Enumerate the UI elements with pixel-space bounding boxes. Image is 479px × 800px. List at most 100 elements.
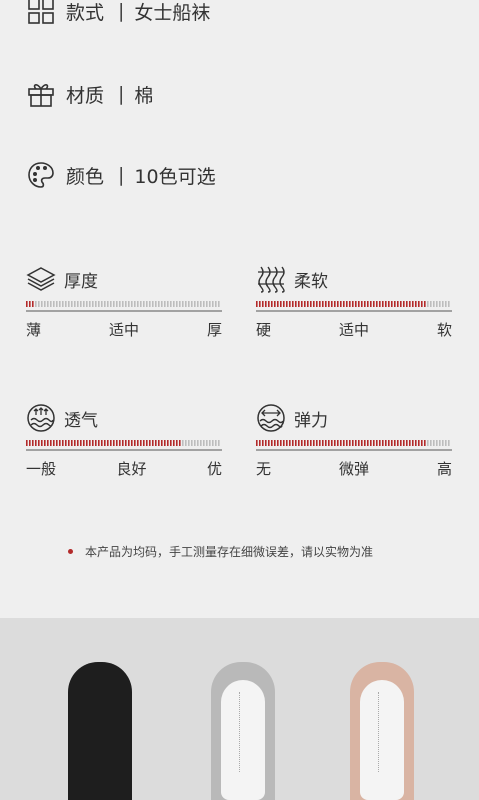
meter-tick: [361, 440, 363, 446]
meter-tick: [268, 440, 270, 446]
meter-tick: [116, 301, 118, 307]
meter-tick: [98, 440, 100, 446]
spec-separator: |: [118, 164, 125, 186]
meter-tick: [152, 301, 154, 307]
meter-tick: [83, 440, 85, 446]
note-text: 本产品为均码，手工测量存在细微误差，请以实物为准: [85, 545, 374, 559]
meter-tick: [194, 301, 196, 307]
meter-tick: [101, 440, 103, 446]
meter-tick: [188, 301, 190, 307]
meter-thickness: 厚度 薄 适中 厚: [26, 265, 222, 340]
meter-tick: [89, 440, 91, 446]
meter-tick: [298, 440, 300, 446]
meter-tick: [194, 440, 196, 446]
meter-tick: [170, 440, 172, 446]
meter-ticks: [26, 301, 222, 312]
meter-tick: [352, 301, 354, 307]
meter-tick: [331, 301, 333, 307]
meter-tick: [382, 440, 384, 446]
meter-tick: [394, 301, 396, 307]
scale-mid: 适中: [108, 321, 139, 339]
scale-low: 薄: [26, 321, 42, 339]
meter-tick: [44, 440, 46, 446]
meter-tick: [209, 440, 211, 446]
meter-tick: [179, 440, 181, 446]
meter-tick: [62, 301, 64, 307]
meter-tick: [206, 440, 208, 446]
meter-tick: [71, 440, 73, 446]
meter-tick: [56, 440, 58, 446]
meter-tick: [74, 301, 76, 307]
meter-tick: [38, 301, 40, 307]
meter-bar: [26, 440, 222, 454]
meter-tick: [376, 301, 378, 307]
meter-tick: [128, 440, 130, 446]
meter-tick: [418, 440, 420, 446]
meter-tick: [29, 440, 31, 446]
meter-tick: [86, 440, 88, 446]
product-photo: [0, 618, 479, 800]
meter-tick: [185, 440, 187, 446]
meter-tick: [439, 440, 441, 446]
meter-tick: [415, 440, 417, 446]
scale-high: 高: [436, 460, 452, 478]
meter-tick: [283, 301, 285, 307]
meter-tick: [158, 301, 160, 307]
meter-tick: [173, 301, 175, 307]
meter-tick: [319, 440, 321, 446]
scale-mid: 良好: [116, 460, 147, 478]
grid-icon: [28, 0, 54, 24]
meter-tick: [415, 301, 417, 307]
meter-tick: [161, 440, 163, 446]
meter-tick: [397, 440, 399, 446]
meter-tick: [355, 301, 357, 307]
meter-tick: [122, 301, 124, 307]
meter-tick: [185, 301, 187, 307]
meter-tick: [310, 440, 312, 446]
meter-tick: [412, 301, 414, 307]
meter-tick: [182, 301, 184, 307]
meter-tick: [26, 301, 28, 307]
meter-tick: [388, 301, 390, 307]
meter-bar: [256, 440, 452, 454]
meter-tick: [68, 440, 70, 446]
meter-tick: [265, 440, 267, 446]
meter-title: 透气: [64, 410, 98, 431]
spec-value: 10色可选: [134, 165, 216, 188]
meter-tick: [283, 440, 285, 446]
meter-tick: [277, 301, 279, 307]
meter-tick: [385, 440, 387, 446]
meter-tick: [430, 440, 432, 446]
meter-tick: [47, 440, 49, 446]
meter-tick: [268, 301, 270, 307]
meter-tick: [313, 440, 315, 446]
spec-separator: |: [118, 0, 125, 22]
meter-tick: [71, 301, 73, 307]
meter-tick: [164, 301, 166, 307]
pink-sock: [350, 662, 414, 800]
meter-title: 弹力: [294, 410, 328, 431]
meter-tick: [164, 440, 166, 446]
meter-tick: [188, 440, 190, 446]
meter-tick: [271, 440, 273, 446]
meter-tick: [370, 301, 372, 307]
meter-tick: [334, 301, 336, 307]
meter-tick: [436, 440, 438, 446]
meter-tick: [41, 440, 43, 446]
meter-tick: [146, 301, 148, 307]
meter-tick: [68, 301, 70, 307]
meter-tick: [418, 301, 420, 307]
meter-tick: [313, 301, 315, 307]
meter-tick: [328, 301, 330, 307]
scale-high: 优: [206, 460, 222, 478]
meter-tick: [385, 301, 387, 307]
meter-tick: [77, 301, 79, 307]
meter-tick: [424, 301, 426, 307]
meter-tick: [448, 440, 450, 446]
meter-tick: [397, 301, 399, 307]
meter-tick: [280, 301, 282, 307]
meter-tick: [182, 440, 184, 446]
meter-tick: [367, 301, 369, 307]
meter-tick: [316, 440, 318, 446]
meter-tick: [176, 440, 178, 446]
